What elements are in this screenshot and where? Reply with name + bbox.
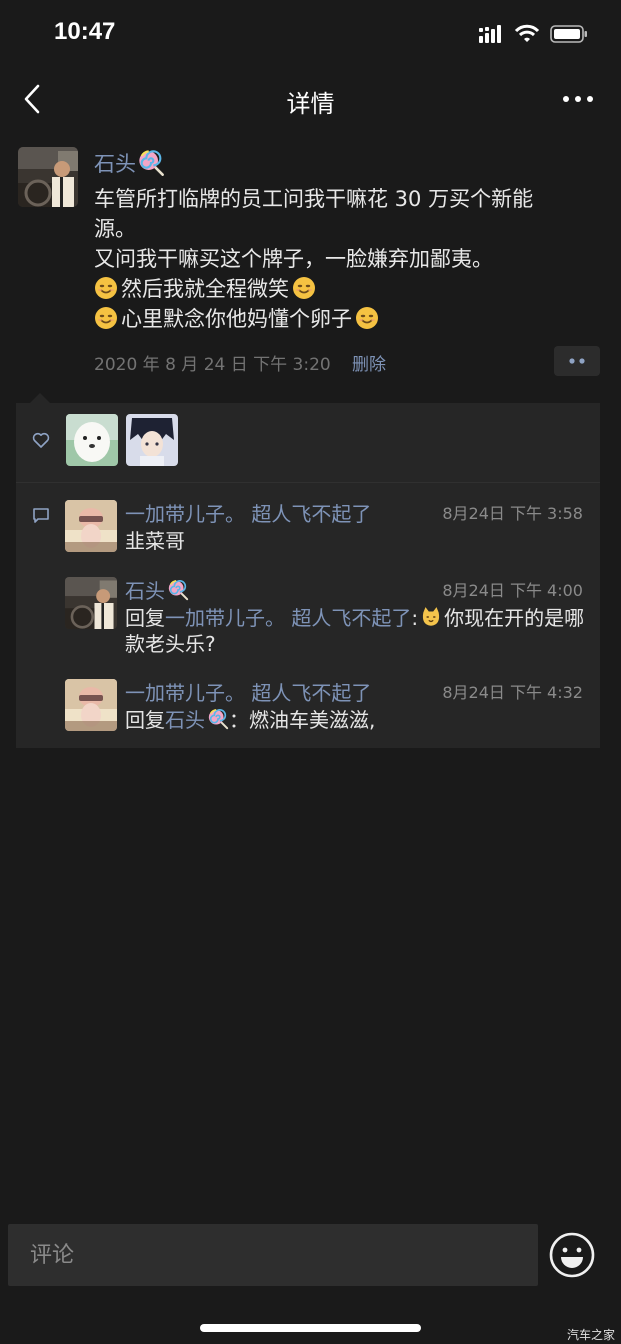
author-name[interactable]: 石头 (94, 148, 165, 178)
more-options-icon[interactable] (560, 88, 596, 110)
smile-emoji-icon (292, 276, 316, 300)
author-avatar[interactable] (18, 147, 78, 207)
post-timestamp: 2020 年 8 月 24 日 下午 3:20 (94, 355, 331, 375)
commenter-avatar[interactable] (65, 500, 117, 552)
lollipop-emoji-icon (207, 708, 229, 730)
status-time: 10:47 (54, 18, 116, 45)
reply-target-name[interactable]: 一加带儿子。 超人飞不起了 (165, 606, 411, 630)
commenter-avatar[interactable] (65, 577, 117, 629)
post-line: 源。 (94, 217, 136, 241)
page-title: 详情 (286, 90, 335, 118)
cellular-signal-icon (479, 25, 501, 43)
comment-text: 韭菜哥 (125, 529, 185, 553)
post-line: 车管所打临牌的员工问我干嘛花 30 万买个新能 (94, 187, 534, 211)
post-line: 然后我就全程微笑 (94, 274, 604, 304)
comment-text: 回复一加带儿子。 超人飞不起了: 你现在开的是哪款老头乐? (125, 606, 585, 656)
cat-emoji-icon (420, 606, 442, 628)
liker-avatar[interactable] (126, 414, 178, 466)
comment-input-bar: 汽车之家 (0, 1210, 621, 1344)
post-line: 又问我干嘛买这个牌子，一脸嫌弃加鄙夷。 (94, 247, 493, 271)
commenter-name[interactable]: 一加带儿子。 超人飞不起了 (125, 498, 371, 527)
wifi-icon (515, 24, 539, 42)
smile-emoji-icon (94, 306, 118, 330)
comment-text: 回复石头 ：燃油车美滋滋, (125, 708, 376, 732)
delete-link[interactable]: 删除 (352, 350, 386, 375)
nav-bar: 详情 (0, 68, 621, 132)
battery-icon (550, 25, 587, 43)
lollipop-emoji-icon (167, 579, 189, 601)
heart-icon (32, 432, 50, 448)
reply-target-name[interactable]: 石头 (165, 708, 229, 732)
comment-time: 8月24日 下午 4:00 (442, 581, 583, 600)
commenter-name[interactable]: 一加带儿子。 超人飞不起了 (125, 677, 371, 706)
post-text: 车管所打临牌的员工问我干嘛花 30 万买个新能 源。 又问我干嘛买这个牌子，一脸… (94, 184, 604, 334)
comment-time: 8月24日 下午 3:58 (442, 504, 583, 523)
commenter-avatar[interactable] (65, 679, 117, 731)
watermark: 汽车之家 (566, 1328, 615, 1342)
likes-row (16, 403, 600, 483)
liker-avatar[interactable] (66, 414, 118, 466)
comment-bubble-icon (33, 508, 49, 523)
home-indicator (200, 1324, 421, 1332)
status-bar: 10:47 (0, 0, 621, 68)
lollipop-emoji-icon (137, 149, 165, 177)
smile-emoji-icon (94, 276, 118, 300)
smile-emoji-icon (355, 306, 379, 330)
comment-input[interactable] (8, 1224, 538, 1286)
like-comment-menu-button[interactable] (554, 346, 600, 376)
post-line: 心里默念你他妈懂个卵子 (94, 304, 604, 334)
interaction-notch (30, 393, 50, 403)
interaction-panel: 一加带儿子。 超人飞不起了 8月24日 下午 3:58 韭菜哥 石头 8月24日… (16, 403, 600, 748)
comment-time: 8月24日 下午 4:32 (442, 683, 583, 702)
commenter-name[interactable]: 石头 (125, 575, 189, 604)
emoji-picker-icon[interactable] (549, 1232, 595, 1278)
